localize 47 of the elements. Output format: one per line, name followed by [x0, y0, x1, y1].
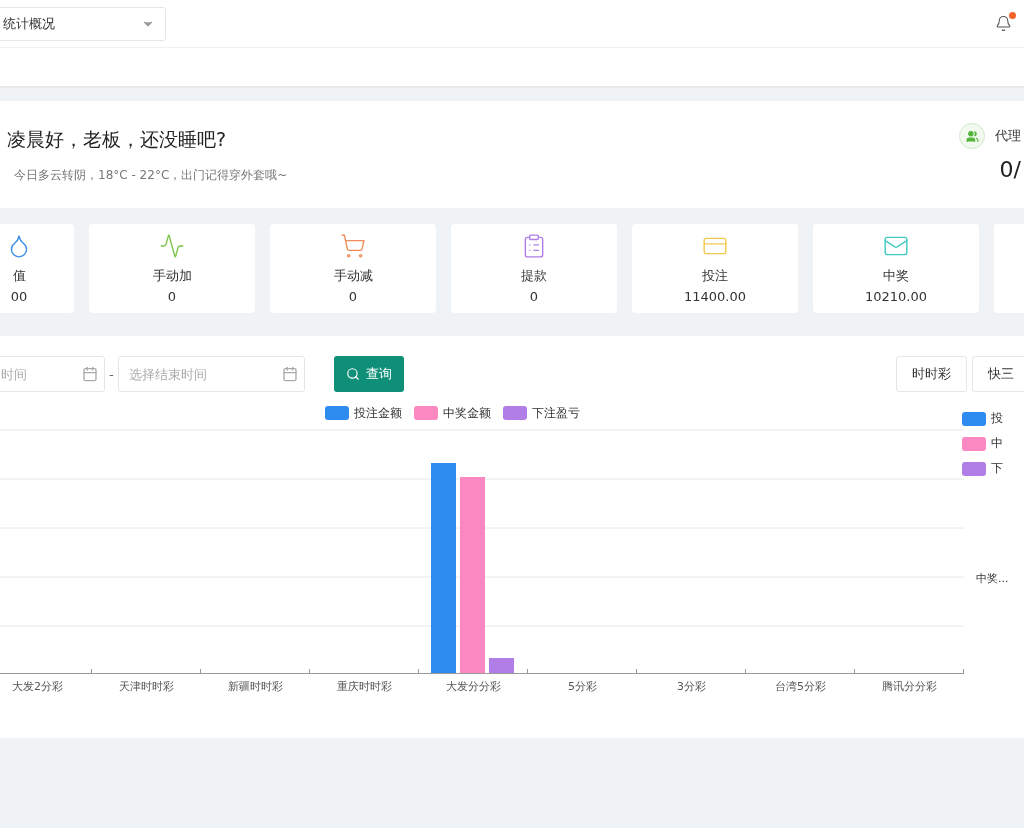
category-label: 腾讯分分彩 — [881, 679, 938, 694]
stat-value: 10210.00 — [865, 289, 927, 304]
legend-label: 下注盈亏 — [532, 404, 580, 422]
stat-label: 手动减 — [333, 267, 373, 285]
legend-label: 投 — [991, 410, 1003, 427]
legend-label: 中奖金额 — [443, 404, 491, 422]
category-label: 3分彩 — [676, 679, 707, 694]
category-label: 重庆时时彩 — [336, 679, 393, 694]
pulse-icon — [159, 233, 185, 259]
start-date-field[interactable]: 时间 — [0, 356, 105, 392]
legend-label: 中 — [991, 435, 1003, 452]
stat-label: 提款 — [521, 267, 547, 285]
chart-note: 中奖... — [976, 571, 1009, 586]
game-tab[interactable]: 时时彩 — [896, 356, 967, 392]
weather-text: 今日多云转阴，18°C - 22°C，出门记得穿外套哦~ — [13, 167, 288, 184]
search-icon — [345, 367, 360, 381]
legend-label: 下 — [991, 460, 1003, 477]
game-tab[interactable]: 快三 — [972, 356, 1024, 392]
category-label: 天津时时彩 — [118, 679, 175, 694]
stat-label: 投注 — [702, 267, 728, 285]
stat-label: 值 — [12, 267, 26, 285]
stat-value: 0 — [167, 289, 177, 304]
stat-value: 11400.00 — [684, 289, 746, 304]
bell-icon[interactable] — [995, 15, 1012, 32]
greeting-title: 凌晨好，老板，还没睡吧? — [7, 127, 228, 152]
cart-icon — [340, 233, 366, 259]
category-label: 5分彩 — [567, 679, 598, 694]
range-separator: - — [109, 366, 114, 382]
category-label: 大发分分彩 — [445, 679, 502, 694]
category-label: 大发2分彩 — [11, 679, 64, 694]
calendar-icon — [281, 366, 298, 382]
legend-label: 投注金额 — [354, 404, 402, 422]
category-label: 新疆时时彩 — [227, 679, 284, 694]
stat-label: 手动加 — [152, 267, 192, 285]
stat-value: 00 — [10, 289, 28, 304]
agent-label: 代理 — [995, 127, 1021, 145]
chart-bar — [489, 658, 514, 673]
category-label: 台湾5分彩 — [774, 679, 827, 694]
end-date-field[interactable]: 选择结束时间 — [117, 356, 305, 392]
stat-label: 中奖 — [883, 267, 909, 285]
users-icon — [959, 123, 985, 149]
calendar-icon — [82, 366, 98, 382]
stat-value: 0 — [348, 289, 358, 304]
page-select[interactable]: 统计概况 — [0, 6, 166, 41]
query-button[interactable]: 查询 — [333, 356, 404, 392]
agent-value: 0/ — [999, 157, 1021, 182]
stat-value: 0 — [529, 289, 539, 304]
